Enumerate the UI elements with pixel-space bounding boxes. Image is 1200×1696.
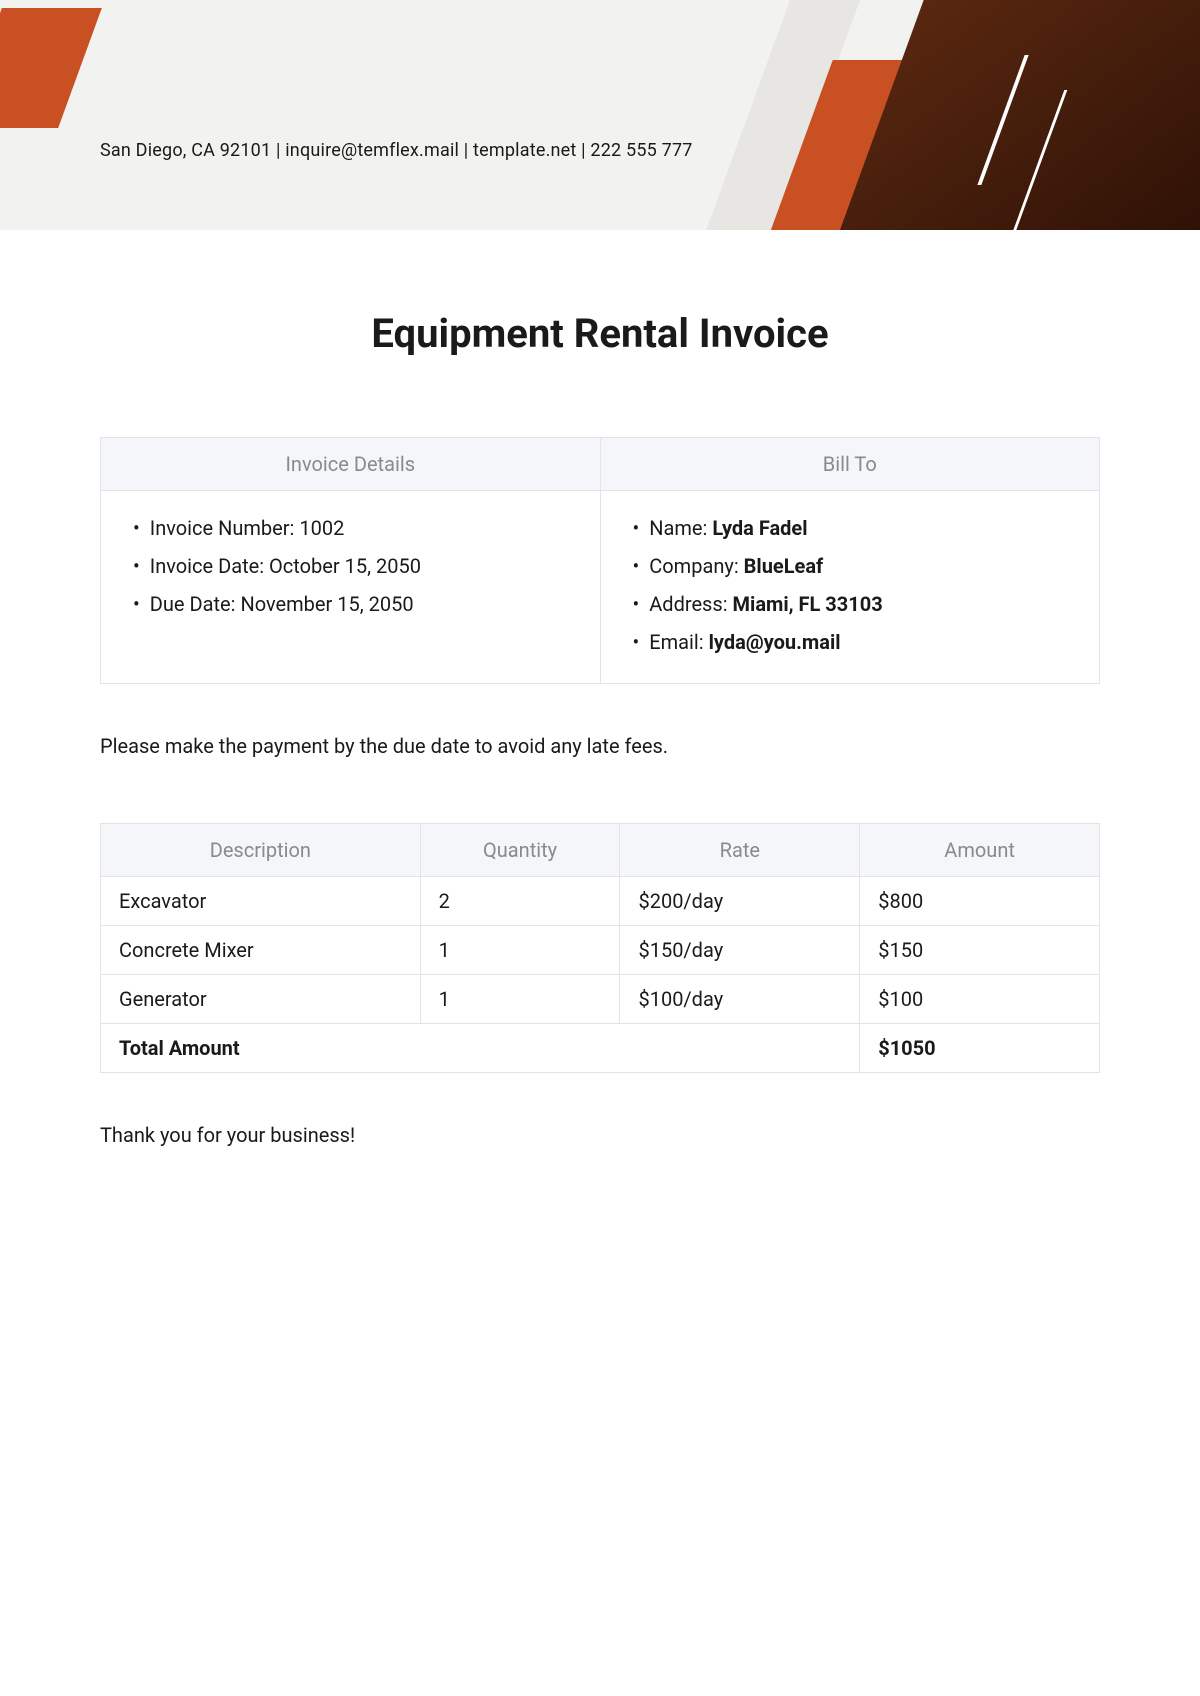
invoice-details-table: Invoice Details Bill To Invoice Number: …: [100, 437, 1100, 684]
item-rate: $100/day: [620, 975, 860, 1024]
header-decoration: [829, 0, 1200, 230]
item-rate: $150/day: [620, 926, 860, 975]
bill-to-email: Email: lyda@you.mail: [633, 623, 1076, 661]
item-description: Generator: [101, 975, 421, 1024]
page-title: Equipment Rental Invoice: [100, 310, 1100, 357]
bill-to-address: Address: Miami, FL 33103: [633, 585, 1076, 623]
payment-note: Please make the payment by the due date …: [100, 734, 1100, 758]
table-row: Concrete Mixer 1 $150/day $150: [101, 926, 1100, 975]
item-description: Concrete Mixer: [101, 926, 421, 975]
item-quantity: 2: [420, 877, 620, 926]
item-amount: $100: [860, 975, 1100, 1024]
header-contact-line: San Diego, CA 92101 | inquire@temflex.ma…: [100, 140, 693, 161]
item-rate: $200/day: [620, 877, 860, 926]
table-row: Excavator 2 $200/day $800: [101, 877, 1100, 926]
item-amount: $150: [860, 926, 1100, 975]
bill-to-cell: Name: Lyda Fadel Company: BlueLeaf Addre…: [600, 491, 1100, 684]
total-amount: $1050: [860, 1024, 1100, 1073]
thank-you-note: Thank you for your business!: [100, 1123, 1100, 1147]
total-row: Total Amount $1050: [101, 1024, 1100, 1073]
invoice-details-cell: Invoice Number: 1002 Invoice Date: Octob…: [101, 491, 601, 684]
item-quantity: 1: [420, 926, 620, 975]
table-row: Generator 1 $100/day $100: [101, 975, 1100, 1024]
col-amount: Amount: [860, 824, 1100, 877]
total-label: Total Amount: [101, 1024, 860, 1073]
bill-to-name: Name: Lyda Fadel: [633, 509, 1076, 547]
bill-to-header: Bill To: [600, 438, 1100, 491]
invoice-due-date: Due Date: November 15, 2050: [133, 585, 576, 623]
col-quantity: Quantity: [420, 824, 620, 877]
header-decoration: [0, 8, 102, 128]
bill-to-company: Company: BlueLeaf: [633, 547, 1076, 585]
item-quantity: 1: [420, 975, 620, 1024]
document-body: Equipment Rental Invoice Invoice Details…: [0, 230, 1200, 1207]
invoice-number: Invoice Number: 1002: [133, 509, 576, 547]
invoice-date: Invoice Date: October 15, 2050: [133, 547, 576, 585]
item-amount: $800: [860, 877, 1100, 926]
line-items-table: Description Quantity Rate Amount Excavat…: [100, 823, 1100, 1073]
invoice-details-header: Invoice Details: [101, 438, 601, 491]
col-description: Description: [101, 824, 421, 877]
col-rate: Rate: [620, 824, 860, 877]
document-header: San Diego, CA 92101 | inquire@temflex.ma…: [0, 0, 1200, 230]
item-description: Excavator: [101, 877, 421, 926]
